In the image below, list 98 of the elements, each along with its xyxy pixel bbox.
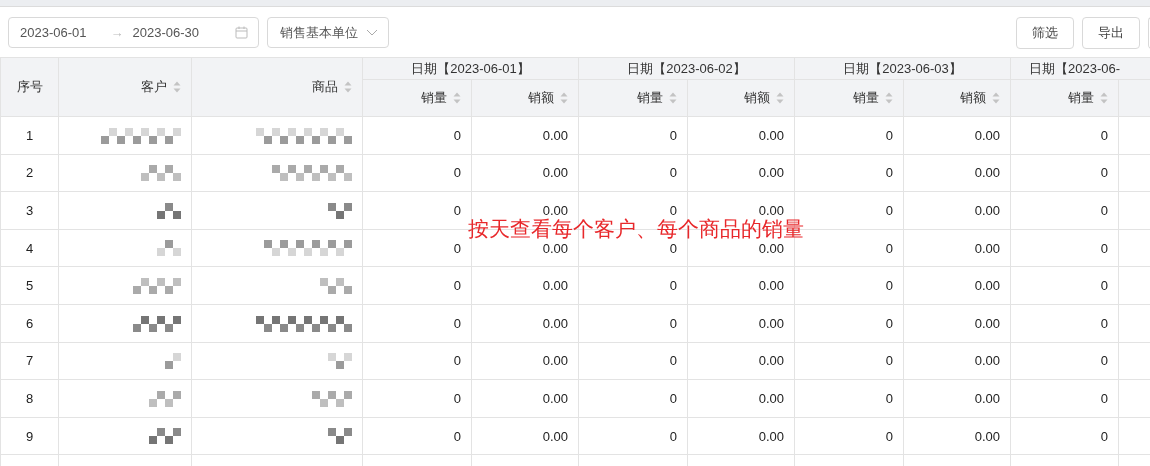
table-cell: 0 [362, 116, 472, 155]
table-cell: 0.00 [687, 266, 795, 305]
table-cell: 0 [578, 154, 688, 192]
table-cell: 0 [794, 342, 904, 380]
range-arrow: → [110, 25, 124, 40]
column-header[interactable]: 销额 [687, 79, 795, 117]
group-header: 日期【2023-06-03】 [794, 57, 1011, 80]
column-header[interactable]: 销量 [794, 79, 904, 117]
blurred-text-drawing [320, 277, 352, 294]
end-date: 2023-06-30 [132, 25, 199, 40]
table-cell: 0.00 [687, 116, 795, 155]
table-cell: 0 [1010, 304, 1119, 343]
column-header[interactable]: 序号 [0, 57, 59, 117]
table-cell: 3 [0, 191, 59, 230]
table-cell: 0.00 [687, 342, 795, 380]
table-cell: 0.00 [687, 379, 795, 418]
table-cell: 0.00 [903, 266, 1011, 305]
table-cell: 0 [794, 266, 904, 305]
table-cell: 0.00 [687, 304, 795, 343]
table-cell: 0 [1010, 266, 1119, 305]
table-cell: 0 [578, 304, 688, 343]
table-cell: 0.00 [903, 191, 1011, 230]
blurred-text-drawing [165, 353, 181, 370]
table-cell: 0.00 [687, 417, 795, 455]
table-cell: 0 [578, 417, 688, 455]
table-cell: 0.00 [471, 304, 579, 343]
table-cell: 0.00 [471, 417, 579, 455]
table-cell: 0 [1010, 417, 1119, 455]
table-cell: 0 [362, 342, 472, 380]
blurred-text-drawing [141, 165, 181, 182]
table-cell: 2 [0, 154, 59, 192]
table-cell: 0 [1010, 116, 1119, 155]
group-header: 日期【2023-06-02】 [578, 57, 795, 80]
table-cell: 0 [794, 417, 904, 455]
table-cell: 0.00 [687, 154, 795, 192]
table-cell: 0 [578, 342, 688, 380]
calendar-icon [235, 26, 248, 39]
table-cell: 0 [362, 266, 472, 305]
column-header[interactable]: 销量 [1010, 79, 1119, 117]
table-cell: 0.00 [903, 342, 1011, 380]
table-cell: 0 [1010, 342, 1119, 380]
table-cell: 8 [0, 379, 59, 418]
table-cell: 0 [578, 116, 688, 155]
table-cell: 0 [362, 304, 472, 343]
table-cell: 0 [794, 304, 904, 343]
table-cell: 1 [0, 116, 59, 155]
date-range-field[interactable]: 2023-06-01 → 2023-06-30 [8, 17, 259, 48]
table-cell: 0 [1010, 379, 1119, 418]
column-header[interactable]: 销量 [362, 79, 472, 117]
blurred-text-drawing [328, 202, 352, 219]
start-date: 2023-06-01 [20, 25, 87, 40]
table-cell: 0 [362, 379, 472, 418]
column-header[interactable]: 销量 [578, 79, 688, 117]
blurred-text-drawing [157, 240, 181, 257]
toolbar-button[interactable]: 导出 [1082, 16, 1140, 49]
blurred-text-drawing [328, 353, 352, 370]
table-cell: 0 [794, 379, 904, 418]
table-cell: 0 [1010, 191, 1119, 230]
table-cell: 0 [1010, 229, 1119, 267]
table-cell: 0 [794, 116, 904, 155]
column-header[interactable]: 客户 [58, 57, 192, 117]
column-header[interactable]: 销额 [903, 79, 1011, 117]
table-cell: 9 [0, 417, 59, 455]
column-header[interactable]: 销额 [471, 79, 579, 117]
blurred-text-drawing [133, 277, 181, 294]
blurred-text-drawing [157, 202, 181, 219]
table-cell: 0.00 [471, 379, 579, 418]
table-cell: 7 [0, 342, 59, 380]
table-cell: 0.00 [903, 304, 1011, 343]
blurred-text-drawing [328, 428, 352, 445]
table-cell: 0 [1010, 154, 1119, 192]
table-cell: 0.00 [903, 379, 1011, 418]
blurred-text-drawing [149, 428, 181, 445]
table-cell: 5 [0, 266, 59, 305]
table-cell: 0.00 [903, 417, 1011, 455]
blurred-text-drawing [149, 390, 181, 407]
chevron-down-icon [366, 28, 378, 37]
table-cell: 0 [362, 417, 472, 455]
table-cell: 0 [578, 266, 688, 305]
group-header: 日期【2023-06-01】 [362, 57, 579, 80]
blurred-text-drawing [312, 390, 352, 407]
table-cell: 0.00 [903, 154, 1011, 192]
table-cell: 0.00 [471, 266, 579, 305]
table-cell: 0.00 [903, 116, 1011, 155]
column-header[interactable]: 商品 [191, 57, 363, 117]
table-cell: 0.00 [471, 154, 579, 192]
table-cell: 0.00 [903, 229, 1011, 267]
table-cell: 0 [578, 379, 688, 418]
table-cell: 0.00 [471, 342, 579, 380]
table-cell: 0.00 [471, 116, 579, 155]
table-cell: 4 [0, 229, 59, 267]
unit-select[interactable]: 销售基本单位 [267, 17, 389, 48]
blurred-text-drawing [133, 315, 181, 332]
table-cell: 6 [0, 304, 59, 343]
table-cell: 0 [794, 154, 904, 192]
toolbar-button[interactable]: 筛选 [1016, 16, 1074, 49]
table-cell: 0 [362, 154, 472, 192]
group-header: 日期【2023-06- [1010, 57, 1150, 80]
